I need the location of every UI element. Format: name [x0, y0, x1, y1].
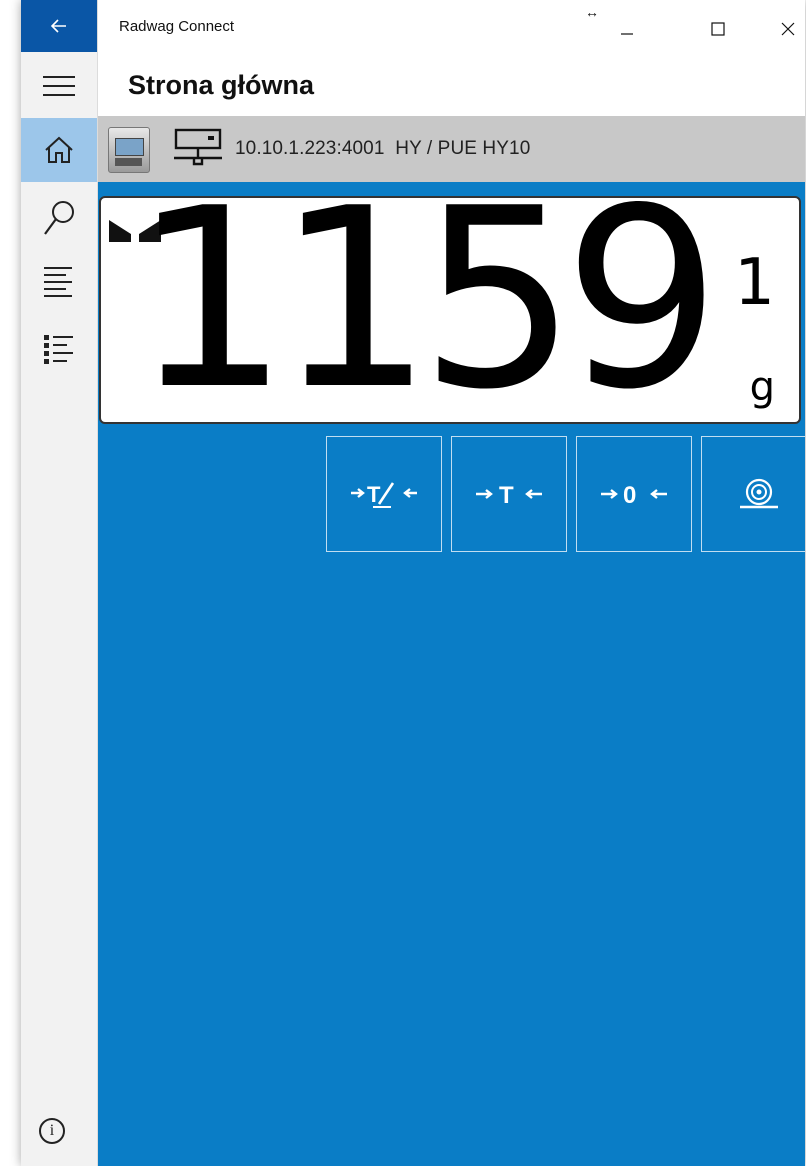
hamburger-icon: [43, 76, 75, 96]
nav-rail: i: [21, 0, 98, 1166]
app-window: i Radwag Connect ↔ Strona główna 10.10.1…: [21, 0, 805, 1166]
nav-list-detail[interactable]: [21, 318, 97, 382]
maximize-button[interactable]: [695, 8, 741, 50]
weight-display: 1159 1 g: [99, 176, 801, 424]
list-detail-icon: [44, 335, 73, 364]
home-icon: [45, 136, 73, 163]
search-icon: [44, 201, 74, 235]
nav-home[interactable]: [21, 118, 97, 182]
zero-icon: 0: [601, 482, 667, 509]
info-button[interactable]: i: [39, 1118, 65, 1144]
tare-set-button[interactable]: T: [326, 436, 442, 552]
tare-set-icon: T: [351, 482, 417, 508]
minimize-icon: [621, 33, 633, 35]
close-button[interactable]: [765, 8, 805, 50]
main-panel: 1159 1 g T T 0: [98, 176, 805, 1166]
back-arrow-icon: [51, 19, 66, 33]
svg-text:0: 0: [623, 482, 636, 509]
last-digit: 1: [734, 246, 775, 320]
maximize-icon: [711, 22, 725, 36]
print-icon: [740, 478, 778, 509]
close-icon: [781, 22, 795, 36]
page-title: Strona główna: [128, 70, 315, 100]
weight-unit: g: [749, 364, 775, 410]
print-button[interactable]: [701, 436, 805, 552]
title-bar: Radwag Connect ↔: [98, 0, 805, 56]
tare-button[interactable]: T: [451, 436, 567, 552]
nav-search[interactable]: [21, 186, 97, 250]
back-button[interactable]: [21, 0, 97, 52]
list-icon: [44, 267, 72, 297]
info-icon: i: [49, 1122, 55, 1139]
minimize-button[interactable]: [604, 8, 650, 50]
tare-icon: T: [476, 482, 542, 509]
nav-list[interactable]: [21, 250, 97, 314]
svg-text:T: T: [499, 482, 514, 509]
weight-value: 1159: [131, 156, 721, 444]
app-title: Radwag Connect: [119, 18, 235, 35]
menu-button[interactable]: [21, 54, 97, 118]
zero-button[interactable]: 0: [576, 436, 692, 552]
resize-indicator-icon: ↔: [585, 4, 599, 20]
